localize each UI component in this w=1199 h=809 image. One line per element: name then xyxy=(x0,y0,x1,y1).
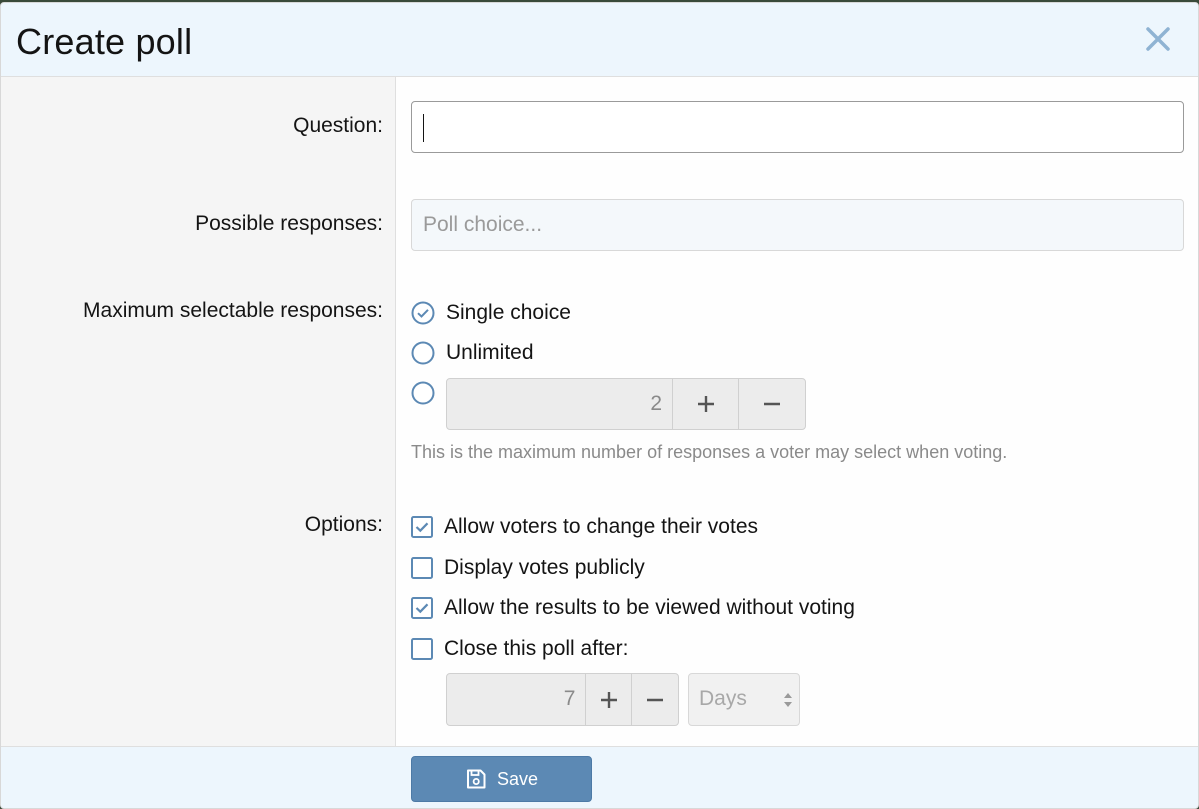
save-label: Save xyxy=(496,768,539,789)
minus-icon xyxy=(764,402,780,406)
checkbox-allow-change-votes[interactable]: Allow voters to change their votes xyxy=(411,513,758,541)
select-arrows-icon xyxy=(784,693,792,707)
increment-button[interactable] xyxy=(586,674,633,725)
stepper-value[interactable]: 2 xyxy=(447,379,673,429)
save-button[interactable]: Save xyxy=(411,756,592,802)
stepper-value[interactable]: 7 xyxy=(447,674,587,725)
question-label: Question: xyxy=(293,114,383,137)
max-responses-label: Maximum selectable responses: xyxy=(83,299,383,322)
dialog-footer: Save xyxy=(1,746,1198,808)
max-responses-stepper[interactable]: 2 xyxy=(446,378,806,430)
radio-unchecked-icon xyxy=(411,341,435,365)
close-after-stepper[interactable]: 7 xyxy=(446,673,679,726)
label-column xyxy=(1,77,396,746)
decrement-button[interactable] xyxy=(739,379,805,429)
checkbox-view-results[interactable]: Allow the results to be viewed without v… xyxy=(411,594,855,622)
radio-label: Unlimited xyxy=(446,341,534,364)
select-value: Days xyxy=(699,687,747,710)
responses-label: Possible responses: xyxy=(195,212,383,235)
checkbox-label: Close this poll after: xyxy=(444,637,629,660)
plus-icon xyxy=(697,396,714,412)
radio-label: Single choice xyxy=(446,301,571,324)
decrement-button[interactable] xyxy=(632,674,678,725)
options-label: Options: xyxy=(304,513,383,536)
checkbox-checked-icon xyxy=(411,597,433,619)
checkbox-unchecked-icon xyxy=(411,557,433,579)
increment-button[interactable] xyxy=(673,379,739,429)
dialog-body: Question: Possible responses: Poll choic… xyxy=(1,77,1198,746)
dialog-header: Create poll xyxy=(1,3,1198,77)
save-icon xyxy=(466,769,486,789)
close-icon[interactable] xyxy=(1142,23,1174,55)
checkbox-checked-icon xyxy=(411,516,433,538)
poll-choice-input[interactable]: Poll choice... xyxy=(411,199,1184,251)
radio-unchecked-icon xyxy=(411,381,435,405)
minus-icon xyxy=(647,698,664,701)
checkbox-close-poll[interactable]: Close this poll after: xyxy=(411,635,628,663)
create-poll-dialog: Create poll Question: Possible responses… xyxy=(0,2,1199,809)
radio-unlimited[interactable]: Unlimited xyxy=(411,339,534,367)
radio-single-choice[interactable]: Single choice xyxy=(411,299,571,327)
checkbox-label: Display votes publicly xyxy=(444,556,645,579)
radio-checked-icon xyxy=(411,301,435,325)
question-input[interactable] xyxy=(411,101,1184,153)
max-responses-hint: This is the maximum number of responses … xyxy=(411,442,1008,462)
text-caret xyxy=(423,114,424,142)
time-unit-select[interactable]: Days xyxy=(688,673,800,726)
checkbox-unchecked-icon xyxy=(411,638,433,660)
radio-custom[interactable] xyxy=(411,379,446,407)
checkbox-label: Allow the results to be viewed without v… xyxy=(444,596,855,619)
checkbox-label: Allow voters to change their votes xyxy=(444,515,758,538)
dialog-title: Create poll xyxy=(16,21,193,62)
plus-icon xyxy=(600,691,617,708)
checkbox-display-votes[interactable]: Display votes publicly xyxy=(411,554,645,582)
